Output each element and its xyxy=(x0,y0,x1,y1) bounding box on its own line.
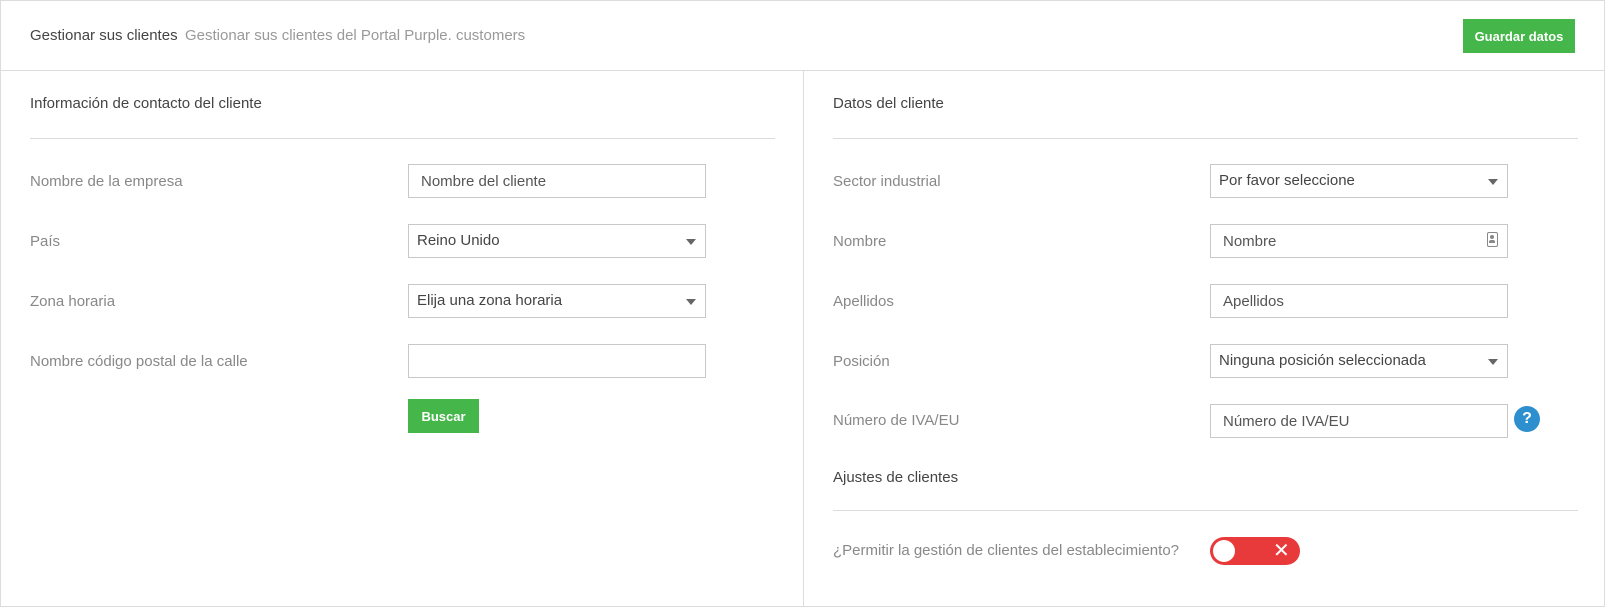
street-postcode-label: Nombre código postal de la calle xyxy=(30,353,248,370)
allow-management-toggle[interactable]: ✕ xyxy=(1210,537,1300,565)
country-select[interactable]: Reino Unido xyxy=(408,224,706,258)
page-subtitle: Gestionar sus clientes del Portal Purple… xyxy=(185,27,526,44)
page-header: Gestionar sus clientes Gestionar sus cli… xyxy=(1,1,1604,71)
last-name-label: Apellidos xyxy=(833,293,894,310)
contact-card-icon[interactable] xyxy=(1487,232,1498,247)
page-frame: Gestionar sus clientes Gestionar sus cli… xyxy=(0,0,1605,607)
client-section-divider xyxy=(833,138,1578,139)
search-button[interactable]: Buscar xyxy=(408,399,479,433)
timezone-select-value: Elija una zona horaria xyxy=(417,292,563,309)
vat-label: Número de IVA/EU xyxy=(833,412,960,429)
position-label: Posición xyxy=(833,353,890,370)
help-icon[interactable]: ? xyxy=(1514,406,1540,432)
client-section-title: Datos del cliente xyxy=(833,95,944,112)
industry-label: Sector industrial xyxy=(833,173,941,190)
street-postcode-input[interactable] xyxy=(408,344,706,378)
timezone-label: Zona horaria xyxy=(30,293,116,310)
country-select-value: Reino Unido xyxy=(417,232,500,249)
allow-management-label: ¿Permitir la gestión de clientes del est… xyxy=(833,542,1180,559)
position-select-value: Ninguna posición seleccionada xyxy=(1219,352,1426,369)
vat-number-input[interactable] xyxy=(1210,404,1508,438)
contact-section-divider xyxy=(30,138,775,139)
last-name-input[interactable] xyxy=(1210,284,1508,318)
chevron-down-icon xyxy=(686,299,696,305)
toggle-knob xyxy=(1213,540,1235,562)
industry-select[interactable]: Por favor seleccione xyxy=(1210,164,1508,198)
company-label: Nombre de la empresa xyxy=(30,173,183,190)
chevron-down-icon xyxy=(686,239,696,245)
column-divider xyxy=(803,71,804,607)
first-name-input[interactable] xyxy=(1210,224,1508,258)
first-name-label: Nombre xyxy=(833,233,887,250)
first-name-wrapper xyxy=(1210,224,1508,258)
settings-section-title: Ajustes de clientes xyxy=(833,469,959,486)
chevron-down-icon xyxy=(1488,179,1498,185)
close-icon: ✕ xyxy=(1273,540,1290,562)
position-select[interactable]: Ninguna posición seleccionada xyxy=(1210,344,1508,378)
contact-section-title: Información de contacto del cliente xyxy=(30,95,262,112)
company-name-input[interactable] xyxy=(408,164,706,198)
country-label: País xyxy=(30,233,61,250)
save-button[interactable]: Guardar datos xyxy=(1463,19,1575,53)
timezone-select[interactable]: Elija una zona horaria xyxy=(408,284,706,318)
page-title: Gestionar sus clientes xyxy=(30,27,178,44)
industry-select-value: Por favor seleccione xyxy=(1219,172,1355,189)
settings-section-divider xyxy=(833,510,1578,511)
chevron-down-icon xyxy=(1488,359,1498,365)
